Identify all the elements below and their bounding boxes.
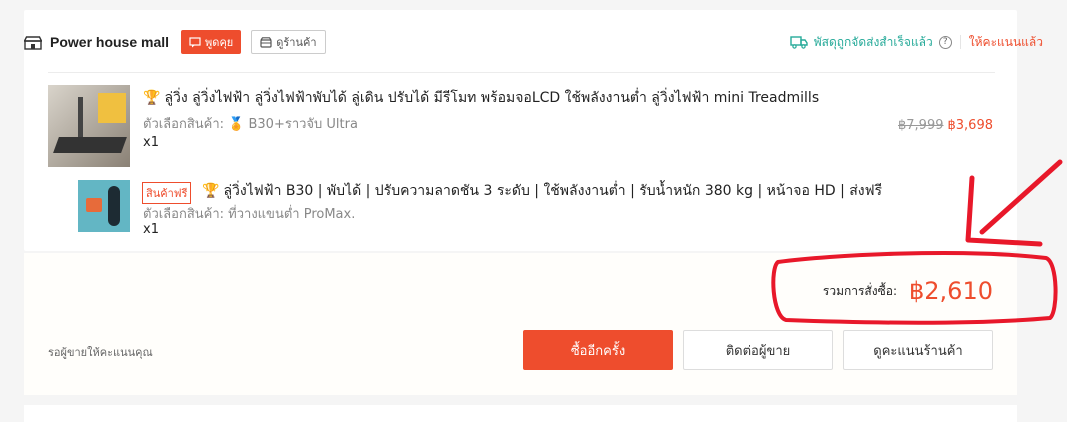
- shop-name[interactable]: Power house mall: [50, 34, 169, 50]
- product-title[interactable]: 🏆 ลู่วิ่ง ลู่วิ่งไฟฟ้า ลู่วิ่งไฟฟ้าพับได้…: [143, 87, 819, 109]
- rated-status: ให้คะแนนแล้ว: [968, 34, 1043, 49]
- truck-icon: [790, 35, 808, 49]
- free-item-badge: สินค้าฟรี: [142, 182, 192, 204]
- product-thumbnail[interactable]: [78, 180, 130, 232]
- delivered-text: พัสดุถูกจัดส่งสำเร็จแล้ว: [813, 34, 933, 49]
- delivery-status: พัสดุถูกจัดส่งสำเร็จแล้ว: [790, 33, 933, 52]
- contact-seller-button[interactable]: ติดต่อผู้ขาย: [683, 330, 833, 370]
- trophy-icon: 🏆: [143, 90, 161, 106]
- order-total: รวมการสั่งซื้อ: ฿2,610: [823, 277, 993, 305]
- product-variation: ตัวเลือกสินค้า: 🏅 B30+ราวจับ Ultra: [143, 117, 358, 132]
- total-label: รวมการสั่งซื้อ:: [822, 283, 898, 298]
- divider: [48, 72, 995, 73]
- product-thumbnail[interactable]: [48, 85, 130, 167]
- product-quantity: x1: [143, 222, 159, 237]
- chat-button[interactable]: พูดคุย: [181, 30, 242, 54]
- view-shop-button[interactable]: ดูร้านค้า: [251, 30, 326, 54]
- help-icon[interactable]: ?: [938, 35, 952, 49]
- shop-icon: [23, 35, 43, 50]
- shop-header: Power house mall พูดคุย ดูร้านค้า พัสดุถ…: [23, 24, 1043, 60]
- order-status: พัสดุถูกจัดส่งสำเร็จแล้ว ? ให้คะแนนแล้ว: [790, 33, 1043, 52]
- original-price: ฿7,999: [898, 118, 944, 133]
- view-shop-rating-button[interactable]: ดูคะแนนร้านค้า: [843, 330, 993, 370]
- total-value: ฿2,610: [909, 277, 993, 305]
- product-price: ฿7,999 ฿3,698: [898, 118, 993, 133]
- store-icon: [260, 36, 272, 48]
- chat-icon: [189, 36, 201, 47]
- order-summary: [24, 253, 1017, 395]
- view-shop-label: ดูร้านค้า: [276, 36, 317, 49]
- divider: [959, 35, 961, 49]
- waiting-rating-text: รอผู้ขายให้คะแนนคุณ: [48, 346, 153, 359]
- product-quantity: x1: [143, 135, 159, 150]
- chat-button-label: พูดคุย: [205, 36, 234, 49]
- trophy-icon: 🏆: [202, 183, 220, 199]
- sale-price: ฿3,698: [947, 118, 994, 133]
- buy-again-button[interactable]: ซื้ออีกครั้ง: [523, 330, 673, 370]
- product-title[interactable]: 🏆 ลู่วิ่งไฟฟ้า B30 | พับได้ | ปรับความลาด…: [202, 180, 882, 202]
- next-order-card: [24, 405, 1017, 422]
- product-variation: ตัวเลือกสินค้า: ที่วางแขนต่ำ ProMax.: [143, 207, 356, 222]
